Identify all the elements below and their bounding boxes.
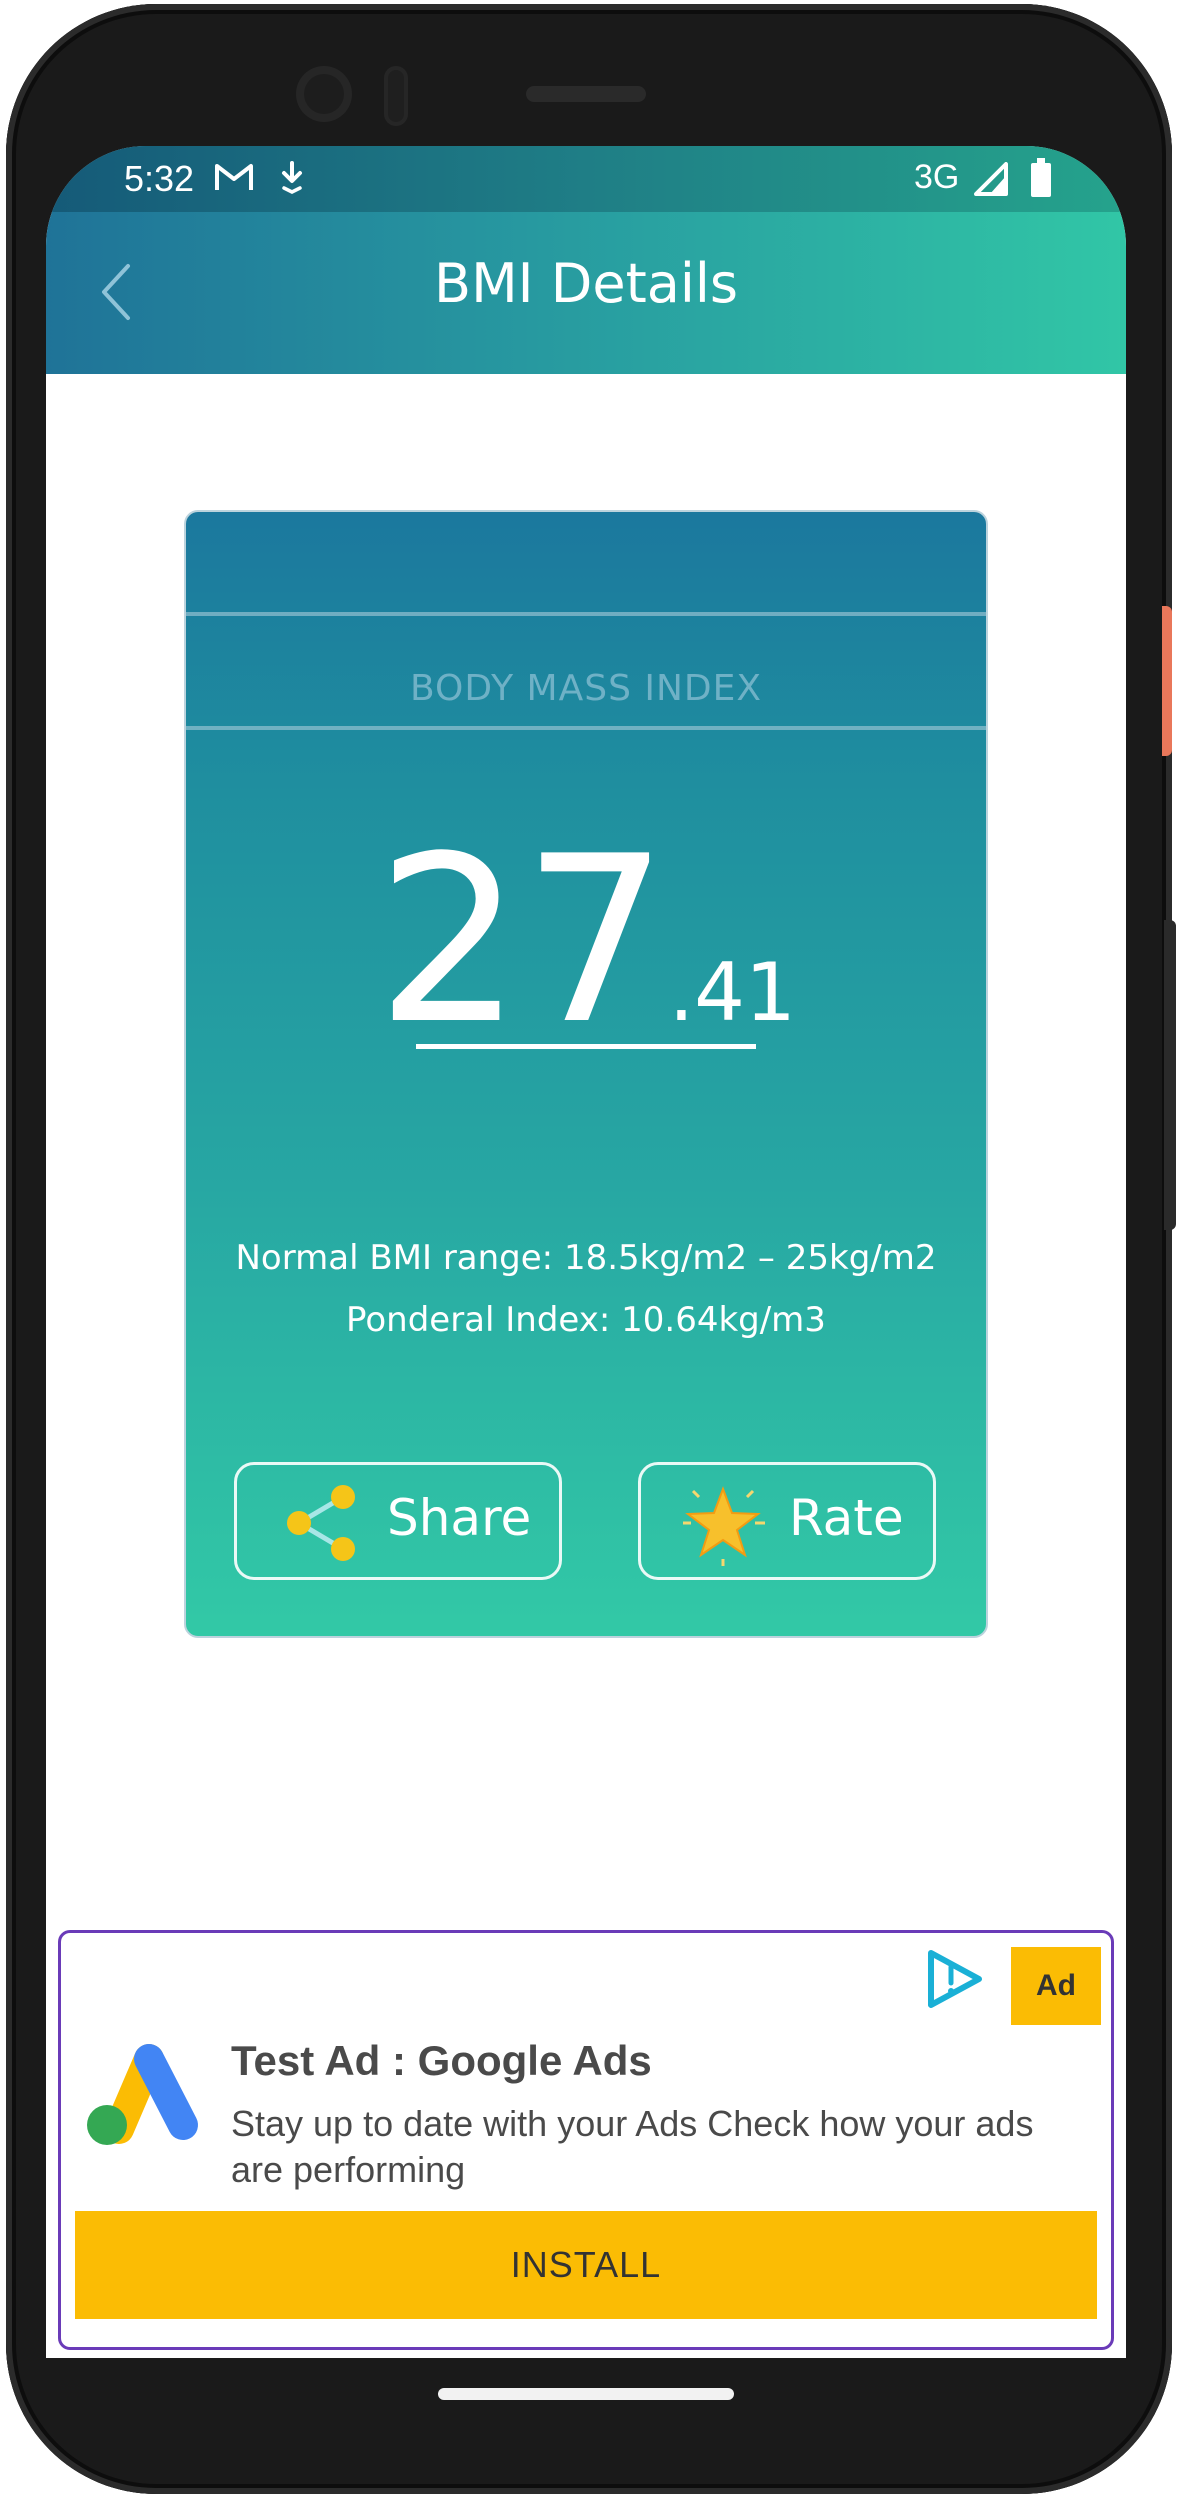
star-icon (683, 1486, 765, 1566)
proximity-sensor (384, 66, 408, 126)
bmi-card: BODY MASS INDEX 27.41 Normal BMI range: … (184, 510, 988, 1638)
ad-banner[interactable]: Ad Test Ad : Google Ads Stay up to date … (58, 1930, 1114, 2350)
battery-icon (1031, 158, 1051, 197)
adchoices-play-icon[interactable] (921, 1947, 985, 2011)
page-title: BMI Details (434, 252, 738, 315)
install-button[interactable]: INSTALL (75, 2211, 1097, 2319)
earpiece-speaker (526, 86, 646, 102)
app-bar: BMI Details (46, 212, 1126, 374)
share-label: Share (387, 1489, 532, 1547)
status-time: 5:32 (124, 158, 195, 199)
ponderal-index: Ponderal Index: 10.64kg/m3 (346, 1300, 826, 1340)
bmi-decimal: .41 (668, 946, 796, 1039)
phone-frame: 5:32 3G BMI Details BODY MASS INDEX 27.4… (0, 0, 1178, 2498)
power-button (1162, 606, 1172, 756)
share-button[interactable]: Share (234, 1462, 562, 1580)
rate-label: Rate (789, 1489, 904, 1547)
google-ads-logo (87, 2044, 198, 2145)
rate-button[interactable]: Rate (638, 1462, 936, 1580)
bmi-underline (416, 1044, 756, 1049)
divider-bottom (186, 726, 986, 730)
share-icon (287, 1485, 355, 1561)
ad-title: Test Ad : Google Ads (231, 2037, 652, 2084)
network-type: 3G (914, 158, 960, 196)
signal-icon (974, 162, 1008, 196)
bmi-value: 27.41 (186, 827, 986, 1057)
bmi-heading: BODY MASS INDEX (409, 668, 763, 709)
header-area: 5:32 3G BMI Details (46, 146, 1126, 374)
front-camera (296, 66, 352, 122)
screen: 5:32 3G BMI Details BODY MASS INDEX 27.4… (46, 146, 1126, 2358)
volume-button (1164, 920, 1176, 1230)
download-icon (282, 161, 302, 194)
ad-description: Stay up to date with your Ads Check how … (231, 2103, 1034, 2190)
status-bar: 5:32 3G (46, 146, 1126, 212)
normal-bmi-range: Normal BMI range: 18.5kg/m2 – 25kg/m2 (235, 1238, 937, 1278)
ad-badge: Ad (1011, 1947, 1101, 2025)
bmi-integer: 27 (376, 808, 669, 1075)
gmail-icon (215, 164, 253, 190)
divider-top (186, 612, 986, 616)
home-indicator[interactable] (438, 2388, 734, 2400)
